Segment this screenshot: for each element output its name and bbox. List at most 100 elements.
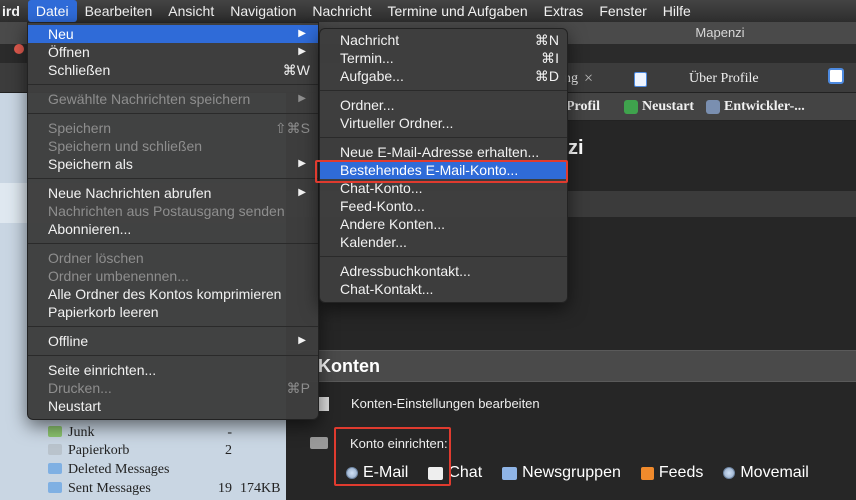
menu-nachricht[interactable]: Nachricht bbox=[304, 0, 379, 22]
menu-item-speichern-als[interactable]: Speichern als ▶ bbox=[28, 155, 318, 173]
menu-separator bbox=[28, 238, 318, 249]
menu-fenster[interactable]: Fenster bbox=[591, 0, 654, 22]
menu-item-label: Offline bbox=[48, 333, 89, 349]
menu-hilfe[interactable]: Hilfe bbox=[655, 0, 699, 22]
toolbar-label: Neustart bbox=[642, 99, 695, 114]
trash-icon bbox=[48, 444, 62, 455]
menu-item-nachricht[interactable]: Nachricht ⌘N bbox=[320, 31, 567, 49]
folder-count: - bbox=[227, 425, 232, 440]
menu-item-aufgabe[interactable]: Aufgabe... ⌘D bbox=[320, 67, 567, 85]
folder-sent-messages[interactable]: Sent Messages 19 174KB bbox=[48, 479, 280, 499]
menu-item-label: Papierkorb leeren bbox=[48, 304, 159, 320]
restart-icon bbox=[624, 100, 638, 114]
submenu-arrow-icon: ▶ bbox=[298, 187, 306, 198]
menu-item-ordner[interactable]: Ordner... bbox=[320, 96, 567, 114]
menu-item-papierkorb-leeren[interactable]: Papierkorb leeren bbox=[28, 303, 318, 321]
menu-item-neu[interactable]: Neu ▶ bbox=[28, 25, 318, 43]
menu-separator bbox=[28, 350, 318, 361]
menu-navigation[interactable]: Navigation bbox=[222, 0, 304, 22]
menu-item-neue-e-mail-adresse-erhalten[interactable]: Neue E-Mail-Adresse erhalten... bbox=[320, 143, 567, 161]
window-title: Mapenzi bbox=[695, 25, 745, 40]
account-movemail-option[interactable]: Movemail bbox=[723, 464, 809, 482]
menu-item-label: Abonnieren... bbox=[48, 221, 132, 237]
menu-item-neue-nachrichten-abrufen[interactable]: Neue Nachrichten abrufen ▶ bbox=[28, 184, 318, 202]
folder-size: 174KB bbox=[240, 481, 281, 496]
settings-label: Konten-Einstellungen bearbeiten bbox=[351, 396, 540, 411]
menu-item-abonnieren[interactable]: Abonnieren... bbox=[28, 220, 318, 238]
menu-extras[interactable]: Extras bbox=[536, 0, 592, 22]
app-menu[interactable]: ird bbox=[0, 0, 28, 22]
shortcut-label: ⌘P bbox=[286, 380, 310, 396]
menu-item-label: Öffnen bbox=[48, 44, 90, 60]
menu-separator bbox=[320, 85, 567, 96]
folder-junk[interactable]: Junk - bbox=[48, 423, 272, 443]
developer-icon bbox=[706, 100, 720, 114]
menu-item-label: Gewählte Nachrichten speichern bbox=[48, 91, 251, 107]
menu-item-kalender[interactable]: Kalender... bbox=[320, 233, 567, 251]
menu-item-oeffnen[interactable]: Öffnen ▶ bbox=[28, 43, 318, 61]
menu-item-label: Aufgabe... bbox=[340, 68, 404, 84]
menu-item-label: Adressbuchkontakt... bbox=[340, 263, 471, 279]
menu-item-drucken: Drucken... ⌘P bbox=[28, 379, 318, 397]
menu-item-label: Chat-Kontakt... bbox=[340, 281, 434, 297]
folder-count: 2 bbox=[225, 443, 232, 458]
menu-item-adressbuchkontakt[interactable]: Adressbuchkontakt... bbox=[320, 262, 567, 280]
menu-item-neustart[interactable]: Neustart bbox=[28, 397, 318, 415]
calendar-icon[interactable] bbox=[828, 68, 844, 84]
page-title: zi bbox=[568, 137, 584, 159]
junk-icon bbox=[48, 426, 62, 437]
menu-item-termin[interactable]: Termin... ⌘I bbox=[320, 49, 567, 67]
tab-ueber-profile[interactable]: Über Profile bbox=[626, 67, 767, 91]
entwickler-button[interactable]: Entwickler-... bbox=[706, 98, 805, 116]
menu-ansicht[interactable]: Ansicht bbox=[160, 0, 222, 22]
menu-item-label: Neue E-Mail-Adresse erhalten... bbox=[340, 144, 540, 160]
section-title: Konten bbox=[318, 356, 380, 376]
submenu-arrow-icon: ▶ bbox=[298, 158, 306, 169]
account-feeds-option[interactable]: Feeds bbox=[640, 464, 704, 482]
menu-datei[interactable]: Datei bbox=[27, 0, 77, 22]
menu-bearbeiten[interactable]: Bearbeiten bbox=[77, 0, 161, 22]
close-window-icon[interactable] bbox=[14, 44, 24, 54]
close-icon[interactable]: × bbox=[584, 67, 593, 91]
menu-item-chat-kontakt[interactable]: Chat-Kontakt... bbox=[320, 280, 567, 298]
menu-item-label: Seite einrichten... bbox=[48, 362, 157, 378]
neustart-button[interactable]: Neustart bbox=[624, 98, 694, 116]
menu-item-seite-einrichten[interactable]: Seite einrichten... bbox=[28, 361, 318, 379]
menu-item-schliessen[interactable]: Schließen ⌘W bbox=[28, 61, 318, 79]
menu-item-alle-ordner-des-kontos-komprimieren[interactable]: Alle Ordner des Kontos komprimieren bbox=[28, 285, 318, 303]
newsgroup-icon bbox=[502, 466, 518, 480]
account-newsgroups-option[interactable]: Newsgruppen bbox=[502, 464, 621, 482]
konten-section-header: Konten bbox=[286, 350, 856, 382]
menu-item-offline[interactable]: Offline ▶ bbox=[28, 332, 318, 350]
folder-name: Junk bbox=[68, 425, 95, 440]
menu-item-feed-konto[interactable]: Feed-Konto... bbox=[320, 197, 567, 215]
folder-papierkorb[interactable]: Papierkorb 2 bbox=[48, 441, 272, 461]
menu-item-label: Speichern als bbox=[48, 156, 133, 172]
folder-deleted-messages[interactable]: Deleted Messages bbox=[48, 460, 272, 480]
menu-item-andere-konten[interactable]: Andere Konten... bbox=[320, 215, 567, 233]
menu-item-label: Virtueller Ordner... bbox=[340, 115, 454, 131]
menu-separator bbox=[320, 251, 567, 262]
menu-item-label: Neue Nachrichten abrufen bbox=[48, 185, 212, 201]
menu-separator bbox=[28, 173, 318, 184]
menu-separator bbox=[320, 132, 567, 143]
account-type-label: Newsgruppen bbox=[522, 464, 621, 481]
shortcut-label: ⌘N bbox=[534, 32, 559, 48]
folder-count: 19 bbox=[218, 481, 232, 496]
menu-item-label: Speichern bbox=[48, 120, 112, 136]
profil-button[interactable]: Profil bbox=[566, 98, 600, 116]
menu-termine-und-aufgaben[interactable]: Termine und Aufgaben bbox=[380, 0, 536, 22]
menu-separator bbox=[28, 79, 318, 90]
document-icon bbox=[634, 71, 647, 87]
menu-item-label: Kalender... bbox=[340, 234, 407, 250]
account-type-label: Movemail bbox=[740, 464, 809, 481]
menu-item-speichern: Speichern ⇧⌘S bbox=[28, 119, 318, 137]
account-setup-icon bbox=[310, 437, 328, 449]
menu-item-virtueller-ordner[interactable]: Virtueller Ordner... bbox=[320, 114, 567, 132]
account-type-label: Feeds bbox=[658, 464, 704, 481]
menu-separator bbox=[28, 108, 318, 119]
account-settings-link[interactable]: Konten-Einstellungen bearbeiten bbox=[318, 396, 540, 411]
menu-item-label: Speichern und schließen bbox=[48, 138, 203, 154]
shortcut-label: ⌘W bbox=[282, 62, 310, 78]
menu-separator bbox=[28, 321, 318, 332]
